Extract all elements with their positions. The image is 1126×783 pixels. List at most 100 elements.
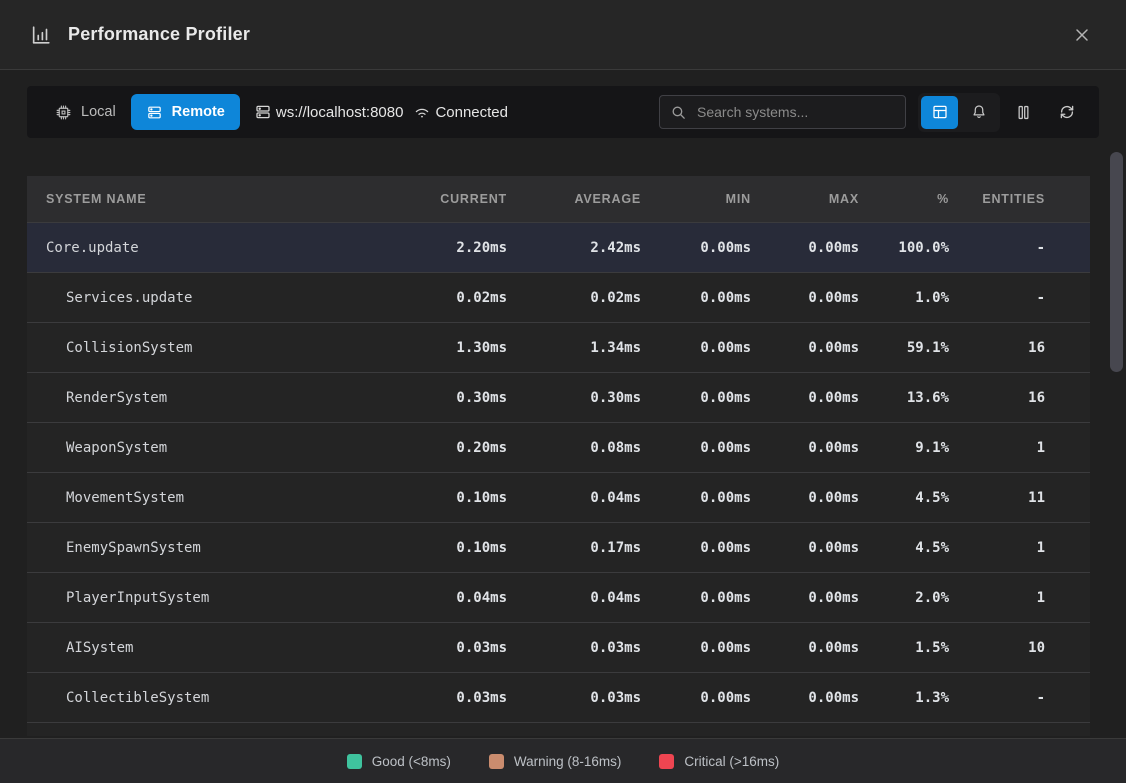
cell-current: 0.02ms xyxy=(395,290,507,306)
pause-icon xyxy=(1014,103,1033,122)
remote-button[interactable]: Remote xyxy=(131,94,240,130)
cell-entities: 11 xyxy=(949,490,1045,506)
cell-percent: 2.0% xyxy=(859,590,949,606)
cell-current: 0.20ms xyxy=(395,440,507,456)
alerts-view-button[interactable] xyxy=(960,96,997,129)
server-icon xyxy=(254,103,272,121)
cell-system-name: RenderSystem xyxy=(27,390,395,406)
column-entities[interactable]: ENTITIES xyxy=(949,192,1045,206)
performance-profiler-window: Performance Profiler Local xyxy=(0,0,1126,783)
column-system-name[interactable]: SYSTEM NAME xyxy=(27,192,395,206)
cell-percent: 1.5% xyxy=(859,640,949,656)
cell-system-name: PlayerInputSystem xyxy=(27,590,395,606)
close-icon[interactable] xyxy=(1066,19,1098,51)
search-icon xyxy=(670,104,687,121)
pause-button[interactable] xyxy=(1006,95,1040,129)
legend-label: Good (<8ms) xyxy=(372,754,451,769)
column-min[interactable]: MIN xyxy=(641,192,751,206)
cell-max: 0.00ms xyxy=(751,440,859,456)
cell-percent: 1.0% xyxy=(859,290,949,306)
local-button[interactable]: Local xyxy=(40,94,131,130)
cell-percent: 4.5% xyxy=(859,490,949,506)
cell-entities: 16 xyxy=(949,390,1045,406)
table-row[interactable]: Core.update 2.20ms 2.42ms 0.00ms 0.00ms … xyxy=(27,222,1090,272)
legend-item: Good (<8ms) xyxy=(347,754,451,769)
column-percent[interactable]: % xyxy=(859,192,949,206)
cell-entities: 10 xyxy=(949,640,1045,656)
cell-system-name: Core.update xyxy=(27,240,395,256)
table-body: Core.update 2.20ms 2.42ms 0.00ms 0.00ms … xyxy=(27,222,1090,722)
remote-button-label: Remote xyxy=(172,104,225,120)
cell-min: 0.00ms xyxy=(641,690,751,706)
cell-current: 0.30ms xyxy=(395,390,507,406)
cell-entities: 1 xyxy=(949,540,1045,556)
legend-footer: Good (<8ms) Warning (8-16ms) Critical (>… xyxy=(0,738,1126,783)
cell-percent: 9.1% xyxy=(859,440,949,456)
page-title: Performance Profiler xyxy=(68,24,250,45)
cell-max: 0.00ms xyxy=(751,390,859,406)
cell-min: 0.00ms xyxy=(641,590,751,606)
cell-entities: 1 xyxy=(949,590,1045,606)
legend-swatch xyxy=(347,754,362,769)
table-view-button[interactable] xyxy=(921,96,958,129)
table-row[interactable]: WeaponSystem 0.20ms 0.08ms 0.00ms 0.00ms… xyxy=(27,422,1090,472)
cell-system-name: CollectibleSystem xyxy=(27,690,395,706)
cell-system-name: Services.update xyxy=(27,290,395,306)
cell-min: 0.00ms xyxy=(641,540,751,556)
cell-current: 0.03ms xyxy=(395,690,507,706)
scrollbar-thumb[interactable] xyxy=(1110,152,1123,372)
table-row[interactable]: RenderSystem 0.30ms 0.30ms 0.00ms 0.00ms… xyxy=(27,372,1090,422)
cell-min: 0.00ms xyxy=(641,340,751,356)
cell-min: 0.00ms xyxy=(641,640,751,656)
column-average[interactable]: AVERAGE xyxy=(507,192,641,206)
cell-percent: 4.5% xyxy=(859,540,949,556)
cell-min: 0.00ms xyxy=(641,390,751,406)
cell-max: 0.00ms xyxy=(751,540,859,556)
websocket-address: ws://localhost:8080 xyxy=(254,103,404,121)
scrollbar-track[interactable] xyxy=(1110,150,1124,738)
cell-average: 0.02ms xyxy=(507,290,641,306)
cell-max: 0.00ms xyxy=(751,240,859,256)
refresh-button[interactable] xyxy=(1050,95,1084,129)
cell-max: 0.00ms xyxy=(751,290,859,306)
cell-average: 0.30ms xyxy=(507,390,641,406)
cell-max: 0.00ms xyxy=(751,490,859,506)
table-row[interactable]: PlayerInputSystem 0.04ms 0.04ms 0.00ms 0… xyxy=(27,572,1090,622)
toolbar-wrap: Local Remote xyxy=(0,70,1126,138)
title-bar: Performance Profiler xyxy=(0,0,1126,70)
cell-min: 0.00ms xyxy=(641,490,751,506)
table-layout-icon xyxy=(931,103,949,121)
cell-current: 0.10ms xyxy=(395,540,507,556)
cell-min: 0.00ms xyxy=(641,290,751,306)
cell-entities: - xyxy=(949,240,1045,256)
cell-system-name: MovementSystem xyxy=(27,490,395,506)
cell-system-name: WeaponSystem xyxy=(27,440,395,456)
table-row[interactable]: MovementSystem 0.10ms 0.04ms 0.00ms 0.00… xyxy=(27,472,1090,522)
table-row[interactable]: CollisionSystem 1.30ms 1.34ms 0.00ms 0.0… xyxy=(27,322,1090,372)
cell-system-name: AISystem xyxy=(27,640,395,656)
cell-max: 0.00ms xyxy=(751,340,859,356)
toolbar: Local Remote xyxy=(27,86,1099,138)
cell-average: 0.04ms xyxy=(507,490,641,506)
bell-icon xyxy=(970,103,988,121)
cell-current: 0.10ms xyxy=(395,490,507,506)
cpu-icon xyxy=(55,104,72,121)
cell-entities: 16 xyxy=(949,340,1045,356)
cell-max: 0.00ms xyxy=(751,690,859,706)
cell-entities: - xyxy=(949,690,1045,706)
column-max[interactable]: MAX xyxy=(751,192,859,206)
refresh-icon xyxy=(1058,103,1076,121)
cell-average: 0.03ms xyxy=(507,640,641,656)
cell-percent: 13.6% xyxy=(859,390,949,406)
table-row[interactable]: CollectibleSystem 0.03ms 0.03ms 0.00ms 0… xyxy=(27,672,1090,722)
bar-chart-icon xyxy=(30,24,52,46)
cell-average: 0.04ms xyxy=(507,590,641,606)
table-row[interactable]: Services.update 0.02ms 0.02ms 0.00ms 0.0… xyxy=(27,272,1090,322)
cell-max: 0.00ms xyxy=(751,590,859,606)
table-row[interactable]: EnemySpawnSystem 0.10ms 0.17ms 0.00ms 0.… xyxy=(27,522,1090,572)
table-row[interactable]: AISystem 0.03ms 0.03ms 0.00ms 0.00ms 1.5… xyxy=(27,622,1090,672)
search-input[interactable] xyxy=(695,103,895,121)
cell-average: 0.03ms xyxy=(507,690,641,706)
partial-row xyxy=(27,722,1090,736)
column-current[interactable]: CURRENT xyxy=(395,192,507,206)
